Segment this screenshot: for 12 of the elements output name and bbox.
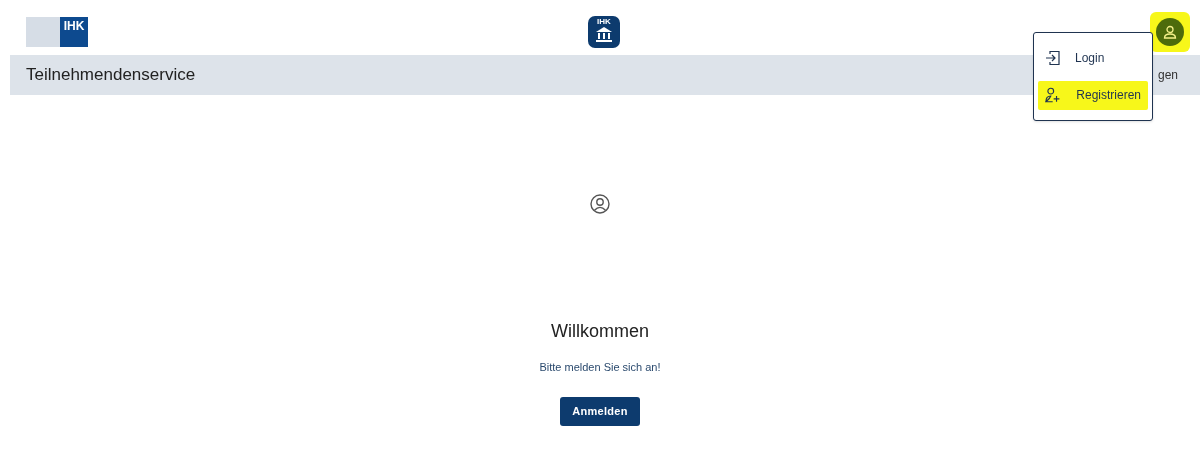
app-title: Teilnehmendenservice	[26, 64, 196, 87]
app-icon[interactable]: IHK	[588, 16, 620, 48]
user-icon	[1163, 25, 1177, 39]
user-icon	[590, 194, 610, 214]
user-avatar-button[interactable]	[1156, 18, 1184, 46]
menu-item[interactable]: Registrieren	[1038, 80, 1148, 110]
nav-link[interactable]: gen	[1157, 66, 1178, 84]
menu-item[interactable]: Login	[1038, 43, 1148, 73]
login-icon	[1045, 49, 1061, 66]
login-prompt: Bitte melden Sie sich an!	[539, 360, 661, 375]
welcome-heading: Willkommen	[551, 320, 649, 343]
login-button[interactable]: Anmelden	[560, 396, 640, 426]
